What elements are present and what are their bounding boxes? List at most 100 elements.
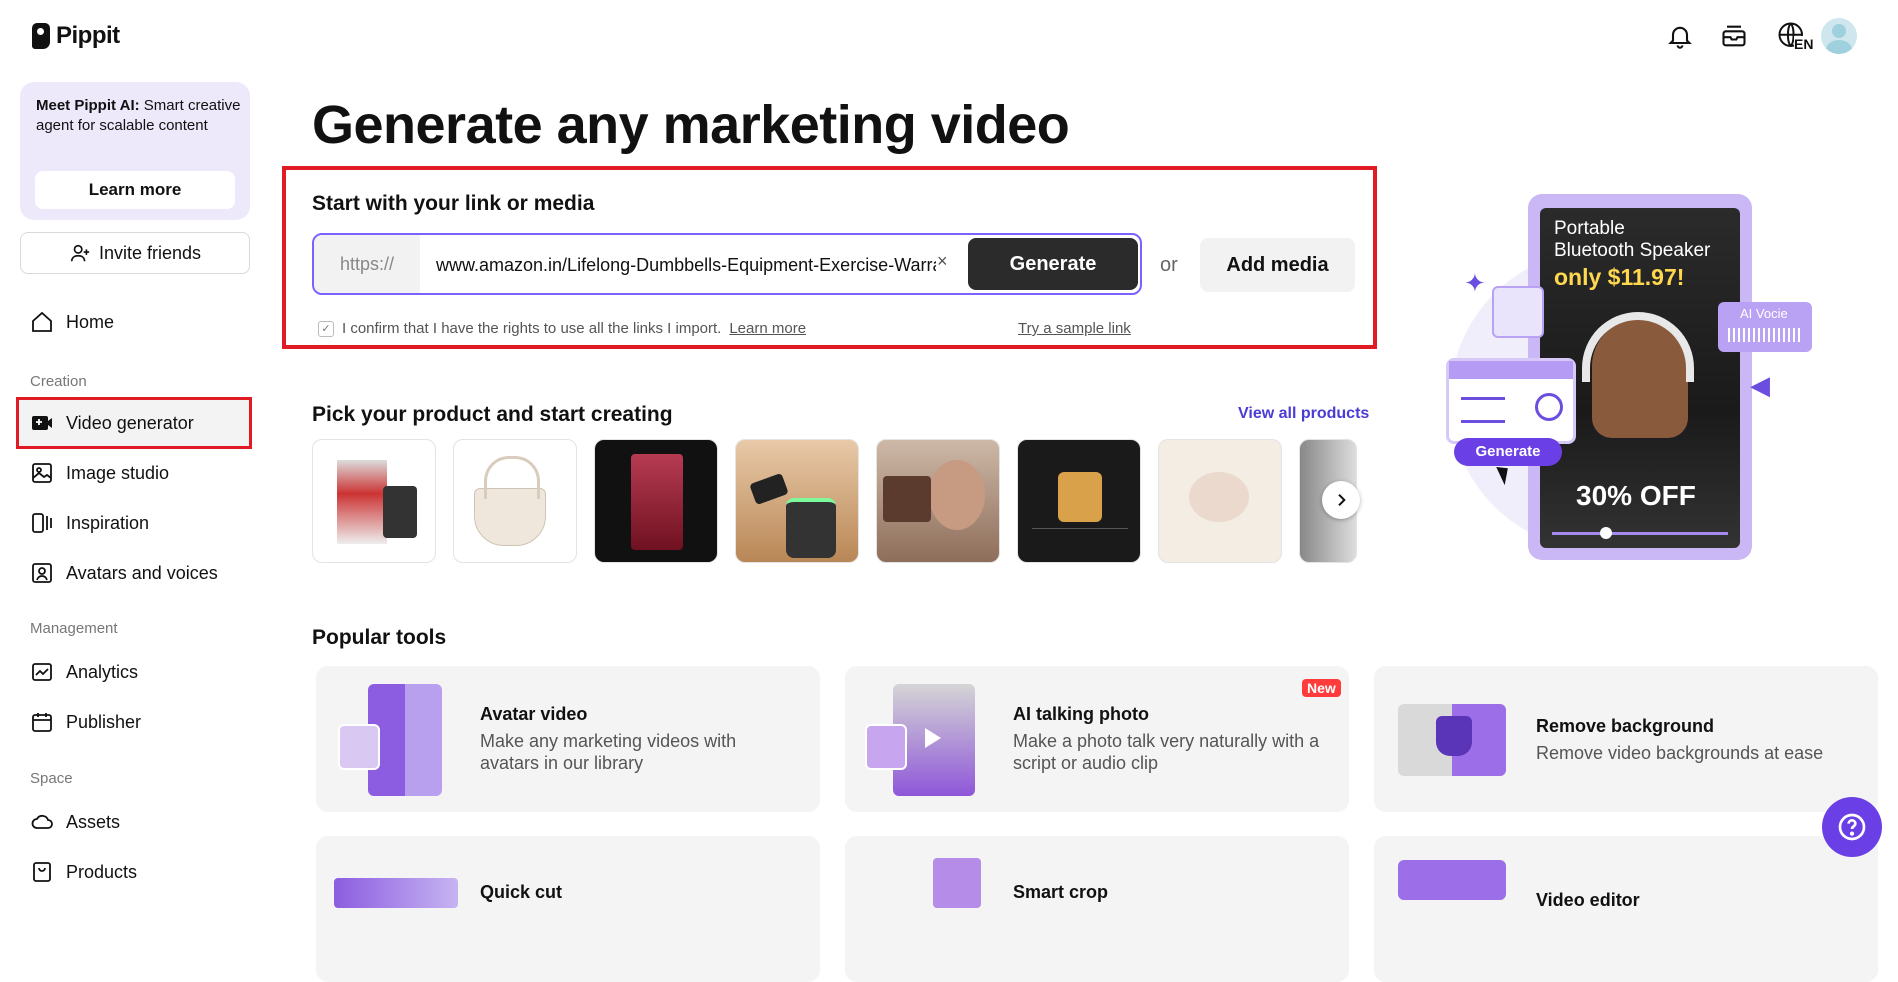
avatar-voice-icon <box>32 563 52 583</box>
new-badge: New <box>1302 679 1341 697</box>
notifications-button[interactable] <box>1664 20 1696 52</box>
sidebar-item-label: Inspiration <box>66 512 150 533</box>
confirm-learn-more-link[interactable]: Learn more <box>729 320 806 337</box>
sidebar-item-inspiration[interactable]: Inspiration <box>30 503 149 543</box>
sidebar-item-products[interactable]: Products <box>30 852 137 892</box>
product-thumbnail-makeup[interactable] <box>876 439 1000 563</box>
card-header-bar <box>1449 361 1573 379</box>
link-chain-icon <box>1535 393 1563 421</box>
product-thumbnail-speaker[interactable] <box>735 439 859 563</box>
hero-voice-tag: AI Vocie <box>1718 302 1812 352</box>
tool-desc: Make any marketing videos with avatars i… <box>480 731 737 773</box>
promo-text: Meet Pippit AI: Smart creative agent for… <box>36 97 241 134</box>
sidebar-item-label: Avatars and voices <box>66 562 218 583</box>
confirm-text: I confirm that I have the rights to use … <box>342 320 722 337</box>
promo-card: Meet Pippit AI: Smart creative agent for… <box>20 82 250 220</box>
video-generator-icon <box>32 416 52 430</box>
tool-name: AI talking photo <box>1013 704 1149 724</box>
logo[interactable]: Pippit <box>32 22 120 50</box>
sidebar-item-label: Video generator <box>66 412 194 433</box>
clear-icon[interactable]: × <box>937 251 948 272</box>
tool-name: Avatar video <box>480 704 588 724</box>
url-input-group: https:// × Generate <box>312 233 1142 295</box>
hero-illustration: Portable Bluetooth Speaker only $11.97! … <box>1440 190 1820 570</box>
add-media-button[interactable]: Add media <box>1200 238 1355 292</box>
logo-text: Pippit <box>56 22 120 49</box>
inbox-icon <box>1722 25 1746 47</box>
url-input[interactable] <box>434 249 938 281</box>
waveform-icon <box>1728 328 1802 342</box>
tool-card-ai-talking-photo[interactable]: AI talking photo Make a photo talk very … <box>845 666 1349 812</box>
hero-line1: Portable <box>1554 218 1625 239</box>
arrow-icon: ◀ <box>1750 370 1770 400</box>
tool-name: Smart crop <box>1013 882 1109 902</box>
tool-card-smart-crop[interactable]: Smart crop <box>845 836 1349 982</box>
sidebar-item-home[interactable]: Home <box>30 302 114 342</box>
analytics-icon <box>32 663 52 681</box>
tool-desc: Remove video backgrounds at ease <box>1536 743 1824 763</box>
page-title: Generate any marketing video <box>312 95 1070 155</box>
smart-crop-thumbnail <box>933 858 981 908</box>
popular-tools-title: Popular tools <box>312 626 447 649</box>
quick-cut-thumbnail <box>334 878 458 908</box>
sidebar-item-publisher[interactable]: Publisher <box>30 702 141 742</box>
hero-generate-card <box>1446 358 1576 444</box>
voice-tag-label: AI Vocie <box>1740 306 1788 321</box>
hero-generate-pill: Generate <box>1454 438 1562 466</box>
lines-icon <box>1461 397 1505 423</box>
inbox-button[interactable] <box>1718 20 1750 52</box>
link-section-title: Start with your link or media <box>312 192 595 215</box>
sidebar-item-image-studio[interactable]: Image studio <box>30 453 169 493</box>
sidebar-item-label: Home <box>66 311 115 332</box>
sidebar-item-assets[interactable]: Assets <box>30 802 120 842</box>
cloud-icon <box>31 814 53 829</box>
help-button[interactable] <box>1822 797 1882 857</box>
product-thumbnail-candle-lamp[interactable] <box>1017 439 1141 563</box>
learn-more-button[interactable]: Learn more <box>35 171 235 209</box>
try-sample-link[interactable]: Try a sample link <box>1018 320 1131 337</box>
product-thumbnail-handbag[interactable] <box>453 439 577 563</box>
hero-progress-bar <box>1552 532 1728 535</box>
chevron-right-icon <box>1338 493 1346 507</box>
tool-desc: Make a photo talk very naturally with a … <box>1013 731 1320 773</box>
pippit-logo-icon <box>32 23 50 49</box>
tool-card-avatar-video[interactable]: Avatar video Make any marketing videos w… <box>316 666 820 812</box>
section-space: Space <box>30 770 73 787</box>
rights-confirmation: ✓ I confirm that I have the rights to us… <box>318 320 806 337</box>
product-thumbnail-flowers[interactable] <box>1158 439 1282 563</box>
avatar-thumb-small <box>338 724 380 770</box>
sidebar-item-analytics[interactable]: Analytics <box>30 652 138 692</box>
section-creation: Creation <box>30 373 87 390</box>
generate-button[interactable]: Generate <box>968 238 1138 290</box>
product-thumbnail-box[interactable] <box>312 439 436 563</box>
sidebar-item-video-generator[interactable]: Video generator <box>30 403 194 443</box>
or-separator: or <box>1160 254 1178 276</box>
invite-friends-button[interactable]: Invite friends <box>20 232 250 274</box>
play-icon <box>925 728 941 748</box>
calendar-icon <box>32 713 52 732</box>
tool-card-remove-background[interactable]: Remove background Remove video backgroun… <box>1374 666 1878 812</box>
view-all-products-link[interactable]: View all products <box>1238 405 1369 423</box>
sparkle-icon: ✦ <box>1464 268 1486 298</box>
tool-card-video-editor[interactable]: Video editor <box>1374 836 1878 982</box>
url-prefix: https:// <box>314 235 420 293</box>
home-icon <box>32 311 52 332</box>
hero-progress-knob <box>1600 527 1612 539</box>
sidebar-item-label: Products <box>66 861 138 882</box>
language-button[interactable]: EN <box>1772 20 1814 52</box>
hero-price: only $11.97! <box>1554 264 1685 290</box>
inspiration-icon <box>32 513 52 533</box>
hero-line2: Bluetooth Speaker <box>1554 240 1711 261</box>
hero-headphones <box>1582 312 1694 382</box>
add-user-icon <box>70 244 90 262</box>
question-icon <box>1838 813 1866 841</box>
sidebar: Pippit Meet Pippit AI: Smart creative ag… <box>0 0 270 899</box>
tool-card-quick-cut[interactable]: Quick cut <box>316 836 820 982</box>
section-management: Management <box>30 620 118 637</box>
products-next-button[interactable] <box>1322 481 1360 519</box>
avatar[interactable] <box>1821 18 1857 54</box>
product-thumbnail-glass[interactable] <box>594 439 718 563</box>
language-code: EN <box>1794 36 1814 52</box>
confirm-checkbox[interactable]: ✓ <box>318 320 334 337</box>
sidebar-item-avatars-and-voices[interactable]: Avatars and voices <box>30 553 218 593</box>
